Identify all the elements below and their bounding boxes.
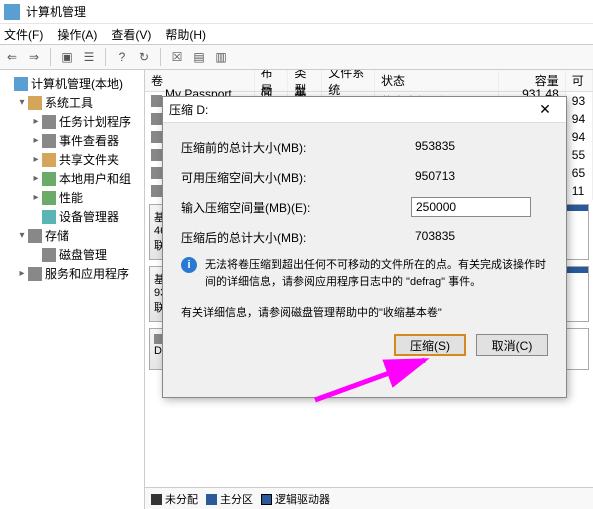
- menu-action[interactable]: 操作(A): [57, 26, 97, 43]
- legend-label: 未分配: [165, 494, 198, 506]
- tree-task-scheduler[interactable]: ▸任务计划程序: [2, 112, 142, 131]
- tree-label: 共享文件夹: [59, 151, 119, 168]
- services-icon: [28, 267, 42, 281]
- swatch-icon: [206, 494, 217, 505]
- after-value: 703835: [411, 227, 531, 247]
- volume-icon: [151, 95, 162, 107]
- tree-label: 任务计划程序: [59, 113, 131, 130]
- shrink-button[interactable]: 压缩(S): [394, 334, 466, 356]
- col-free[interactable]: 可: [566, 70, 593, 91]
- tools-icon: [28, 96, 42, 110]
- storage-icon: [28, 229, 42, 243]
- col-status[interactable]: 状态: [375, 70, 499, 91]
- menu-file[interactable]: 文件(F): [4, 26, 43, 43]
- tree-shared-folders[interactable]: ▸共享文件夹: [2, 150, 142, 169]
- tree-label: 系统工具: [45, 94, 93, 111]
- perf-icon: [42, 191, 56, 205]
- disk-icon: [42, 248, 56, 262]
- volume-free: 65: [566, 164, 593, 182]
- event-icon: [42, 134, 56, 148]
- tree-label: 计算机管理(本地): [31, 75, 123, 92]
- separator: [160, 48, 161, 66]
- up-icon[interactable]: ▣: [59, 49, 75, 65]
- tree-system-tools[interactable]: ▾系统工具: [2, 93, 142, 112]
- separator: [50, 48, 51, 66]
- dialog-title: 压缩 D:: [169, 101, 208, 118]
- menu-help[interactable]: 帮助(H): [165, 26, 206, 43]
- shrink-dialog: 压缩 D: ✕ 压缩前的总计大小(MB): 953835 可用压缩空间大小(MB…: [162, 96, 567, 398]
- folder-icon: [42, 153, 56, 167]
- avail-label: 可用压缩空间大小(MB):: [181, 169, 411, 186]
- info-icon: i: [181, 257, 197, 273]
- forward-icon[interactable]: ⇒: [26, 49, 42, 65]
- window-title: 计算机管理: [26, 3, 86, 20]
- info-panel: i 无法将卷压缩到超出任何不可移动的文件所在的点。有关完成该操作时间的详细信息，…: [181, 257, 548, 290]
- tree-label: 存储: [45, 227, 69, 244]
- prop-icon[interactable]: ☒: [169, 49, 185, 65]
- refresh-icon[interactable]: ↻: [136, 49, 152, 65]
- view-icon[interactable]: ▥: [213, 49, 229, 65]
- before-value: 953835: [411, 137, 531, 157]
- swatch-icon: [261, 494, 272, 505]
- menu-view[interactable]: 查看(V): [111, 26, 151, 43]
- info-text: 无法将卷压缩到超出任何不可移动的文件所在的点。有关完成该操作时间的详细信息，请参…: [205, 257, 548, 290]
- tree-device-manager[interactable]: 设备管理器: [2, 207, 142, 226]
- cancel-button[interactable]: 取消(C): [476, 334, 548, 356]
- before-label: 压缩前的总计大小(MB):: [181, 139, 411, 156]
- legend-item: 逻辑驱动器: [261, 491, 330, 507]
- settings-icon[interactable]: ▤: [191, 49, 207, 65]
- help-icon[interactable]: ?: [114, 49, 130, 65]
- clock-icon: [42, 115, 56, 129]
- legend-item: 未分配: [151, 491, 198, 507]
- tree-disk-management[interactable]: 磁盘管理: [2, 245, 142, 264]
- users-icon: [42, 172, 56, 186]
- help-link-text: 有关详细信息，请参阅磁盘管理帮助中的"收缩基本卷": [181, 304, 548, 320]
- legend-label: 主分区: [220, 494, 253, 506]
- nav-tree: 计算机管理(本地) ▾系统工具 ▸任务计划程序 ▸事件查看器 ▸共享文件夹 ▸本…: [0, 70, 145, 509]
- tree-label: 性能: [59, 189, 83, 206]
- tree-performance[interactable]: ▸性能: [2, 188, 142, 207]
- volume-free: 55: [566, 146, 593, 164]
- tree-storage[interactable]: ▾存储: [2, 226, 142, 245]
- tree-label: 事件查看器: [59, 132, 119, 149]
- volume-free: 94: [566, 110, 593, 128]
- device-icon: [42, 210, 56, 224]
- volume-free: 93: [566, 92, 593, 110]
- volume-free: 11: [566, 182, 593, 200]
- app-icon: [4, 4, 20, 20]
- swatch-icon: [151, 494, 162, 505]
- shrink-amount-input[interactable]: [411, 197, 531, 217]
- close-icon[interactable]: ✕: [530, 101, 560, 118]
- dialog-titlebar: 压缩 D: ✕: [163, 97, 566, 123]
- tree-event-viewer[interactable]: ▸事件查看器: [2, 131, 142, 150]
- toolbar: ⇐ ⇒ ▣ ☰ ? ↻ ☒ ▤ ▥: [0, 44, 593, 70]
- tree-services-apps[interactable]: ▸服务和应用程序: [2, 264, 142, 283]
- legend-bar: 未分配 主分区 逻辑驱动器: [145, 487, 593, 509]
- tree-root[interactable]: 计算机管理(本地): [2, 74, 142, 93]
- tree-label: 磁盘管理: [59, 246, 107, 263]
- list-icon[interactable]: ☰: [81, 49, 97, 65]
- tree-local-users[interactable]: ▸本地用户和组: [2, 169, 142, 188]
- separator: [105, 48, 106, 66]
- legend-item: 主分区: [206, 491, 253, 507]
- menubar: 文件(F) 操作(A) 查看(V) 帮助(H): [0, 24, 593, 44]
- avail-value: 950713: [411, 167, 531, 187]
- computer-icon: [14, 77, 28, 91]
- tree-label: 设备管理器: [59, 208, 119, 225]
- back-icon[interactable]: ⇐: [4, 49, 20, 65]
- tree-label: 服务和应用程序: [45, 265, 129, 282]
- legend-label: 逻辑驱动器: [275, 494, 330, 506]
- after-label: 压缩后的总计大小(MB):: [181, 229, 411, 246]
- volume-free: 94: [566, 128, 593, 146]
- input-label: 输入压缩空间量(MB)(E):: [181, 199, 411, 216]
- col-filesystem[interactable]: 文件系统: [322, 70, 375, 91]
- window-titlebar: 计算机管理: [0, 0, 593, 24]
- tree-label: 本地用户和组: [59, 170, 131, 187]
